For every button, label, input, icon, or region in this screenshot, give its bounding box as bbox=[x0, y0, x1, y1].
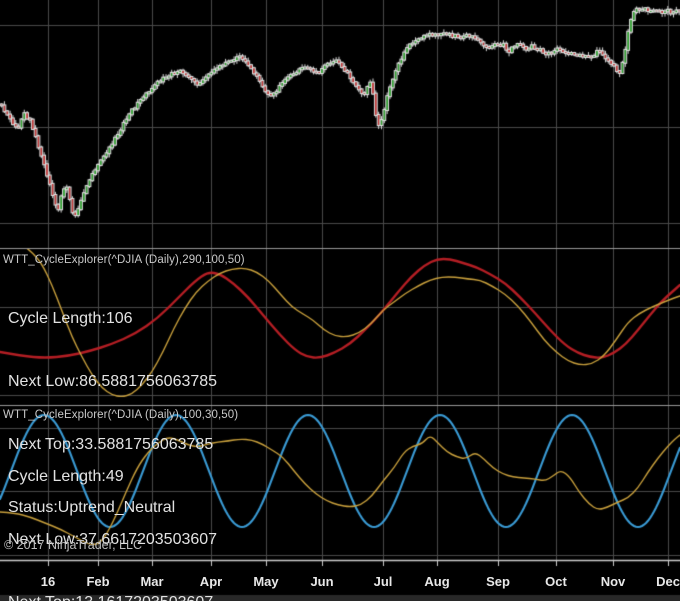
ninjatrader-chart-window: WTT_CycleExplorer(^DJIA (Daily),290,100,… bbox=[0, 0, 680, 601]
chart-canvas[interactable] bbox=[0, 0, 680, 601]
